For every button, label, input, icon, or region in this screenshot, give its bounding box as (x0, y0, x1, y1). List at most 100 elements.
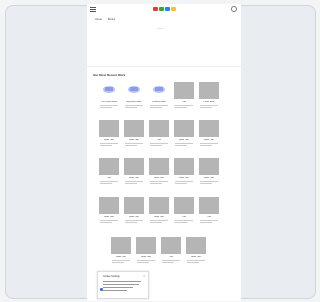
book-title[interactable]: Cover Book (199, 101, 219, 104)
book-card[interactable]: Big Ideas Book (124, 82, 144, 110)
book-desc-line (200, 142, 218, 144)
book-title[interactable]: Book Title (174, 177, 194, 180)
book-title[interactable]: Science Book (149, 101, 169, 104)
book-thumbnail[interactable] (99, 158, 119, 175)
menu-icon[interactable] (90, 7, 96, 12)
book-thumbnail[interactable] (124, 82, 144, 99)
book-thumbnail[interactable] (174, 158, 194, 175)
book-thumbnail[interactable] (199, 197, 219, 214)
book-title[interactable]: Title (149, 139, 169, 142)
book-thumbnail[interactable] (199, 82, 219, 99)
book-title[interactable]: Book Title (149, 177, 169, 180)
book-card[interactable]: Title (199, 197, 219, 225)
book-thumbnail[interactable] (99, 120, 119, 137)
book-title[interactable]: Book Title (136, 256, 156, 259)
book-desc-line (125, 180, 143, 182)
site-logo[interactable] (153, 7, 176, 11)
book-title[interactable]: Title (174, 216, 194, 219)
book-card[interactable]: Science Book (149, 82, 169, 110)
book-card[interactable]: Book Title (124, 197, 144, 225)
book-desc-line (175, 144, 187, 146)
book-desc-line (175, 104, 193, 106)
book-card[interactable]: Book Title (199, 158, 219, 186)
book-thumbnail[interactable] (99, 197, 119, 214)
book-card[interactable]: Book Title (149, 197, 169, 225)
book-thumbnail[interactable] (149, 158, 169, 175)
book-thumbnail[interactable] (124, 120, 144, 137)
book-thumbnail[interactable] (149, 82, 169, 99)
nav-link-home[interactable]: Home (95, 18, 102, 21)
book-thumbnail[interactable] (174, 82, 194, 99)
book-desc-line (175, 106, 187, 108)
book-title[interactable]: Book Title (174, 139, 194, 142)
book-thumbnail[interactable] (199, 158, 219, 175)
logo-segment (159, 7, 164, 11)
book-card[interactable]: Book Title (124, 120, 144, 148)
book-desc-line (137, 261, 149, 263)
book-title[interactable]: Book Title (149, 216, 169, 219)
nav-link-books[interactable]: Books (108, 18, 115, 21)
book-card[interactable]: Title (149, 120, 169, 148)
book-title[interactable]: Title (174, 101, 194, 104)
book-thumbnail[interactable] (99, 82, 119, 99)
book-desc-line (200, 182, 212, 184)
book-thumbnail[interactable] (136, 237, 156, 254)
book-title[interactable]: Book Title (111, 256, 131, 259)
book-card[interactable]: Book Title (174, 158, 194, 186)
book-title[interactable]: Book Title (124, 139, 144, 142)
book-thumbnail[interactable] (124, 158, 144, 175)
book-thumbnail[interactable] (174, 120, 194, 137)
book-desc-line (150, 144, 162, 146)
book-title[interactable]: Book Title (186, 256, 206, 259)
search-icon[interactable] (231, 6, 237, 12)
book-thumbnail[interactable] (124, 197, 144, 214)
book-card[interactable]: Book Title (99, 197, 119, 225)
book-card[interactable]: Book Title (99, 120, 119, 148)
book-card[interactable]: Book Title (124, 158, 144, 186)
book-thumbnail[interactable] (199, 120, 219, 137)
book-title[interactable]: Title (199, 216, 219, 219)
book-desc-line (150, 182, 162, 184)
book-title[interactable]: Book Title (199, 139, 219, 142)
book-card[interactable]: Title (174, 197, 194, 225)
book-card[interactable]: Book Title (111, 237, 131, 265)
book-desc-line (200, 219, 218, 221)
book-card[interactable]: Our Planet Book (99, 82, 119, 110)
logo-segment (165, 7, 170, 11)
book-title[interactable]: Title (99, 177, 119, 180)
illustration-icon (128, 86, 140, 93)
book-card[interactable]: Book Title (174, 120, 194, 148)
book-card[interactable]: Book Title (136, 237, 156, 265)
book-title[interactable]: Book Title (99, 216, 119, 219)
book-card[interactable]: Book Title (199, 120, 219, 148)
book-thumbnail[interactable] (161, 237, 181, 254)
book-title[interactable]: Book Title (199, 177, 219, 180)
book-desc-line (162, 261, 174, 263)
top-nav: Home Books (95, 18, 115, 21)
book-title[interactable]: Book Title (124, 216, 144, 219)
book-desc-line (175, 180, 193, 182)
book-desc-line (150, 180, 168, 182)
book-title[interactable]: Book Title (99, 139, 119, 142)
book-title[interactable]: Big Ideas Book (124, 101, 144, 104)
book-card[interactable]: Book Title (186, 237, 206, 265)
book-card[interactable]: Title (99, 158, 119, 186)
close-icon[interactable]: × (143, 274, 145, 278)
book-row: Our Planet Book Big Ideas Book Science Boo… (99, 82, 219, 110)
book-card[interactable]: Title (161, 237, 181, 265)
book-thumbnail[interactable] (186, 237, 206, 254)
book-thumbnail[interactable] (149, 120, 169, 137)
book-title[interactable]: Book Title (124, 177, 144, 180)
book-thumbnail[interactable] (174, 197, 194, 214)
book-title[interactable]: Our Planet Book (99, 101, 119, 104)
book-thumbnail[interactable] (111, 237, 131, 254)
book-card[interactable]: Title (174, 82, 194, 110)
book-desc-line (150, 219, 168, 221)
book-thumbnail[interactable] (149, 197, 169, 214)
book-card[interactable]: Cover Book (199, 82, 219, 110)
book-desc-line (200, 180, 218, 182)
book-title[interactable]: Title (161, 256, 181, 259)
webpage: Home Books Search Our Most Recent Work O… (87, 4, 241, 301)
badge-icon (100, 288, 103, 291)
book-card[interactable]: Book Title (149, 158, 169, 186)
